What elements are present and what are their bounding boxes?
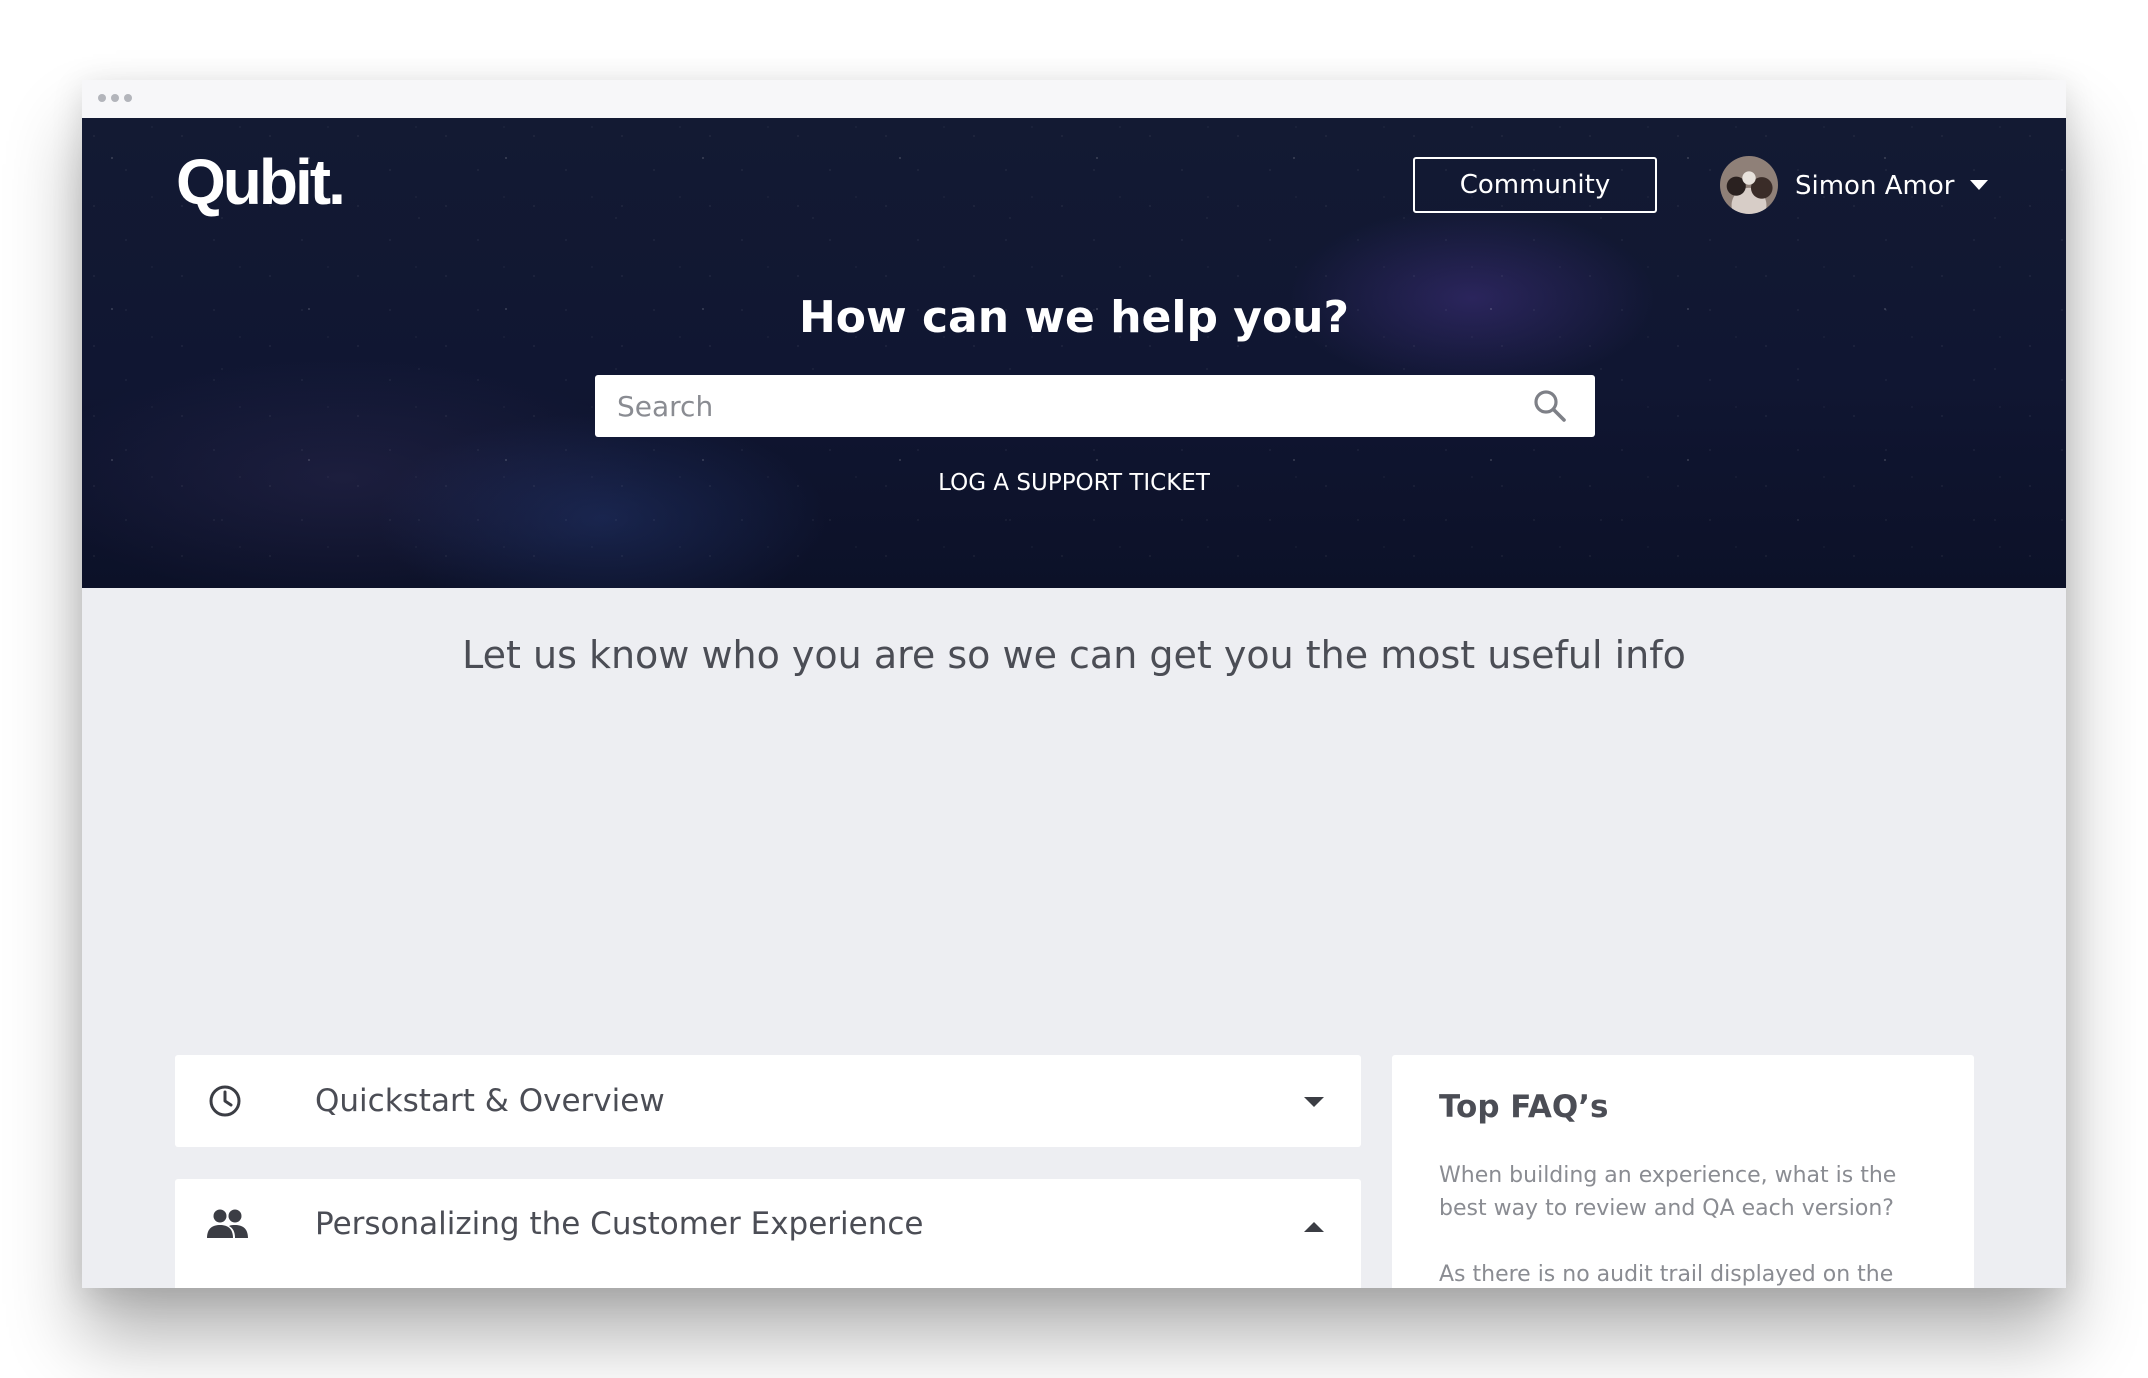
window-dot-icon bbox=[98, 94, 106, 102]
search-input[interactable] bbox=[595, 375, 1495, 437]
faq-question-link[interactable]: As there is no audit trail displayed on … bbox=[1439, 1258, 1909, 1288]
page-subtitle: Let us know who you are so we can get yo… bbox=[462, 633, 1686, 677]
clock-icon bbox=[209, 1085, 241, 1117]
window-dot-icon bbox=[124, 94, 132, 102]
accordion-title: Personalizing the Customer Experience bbox=[315, 1206, 924, 1242]
accordion-personalizing[interactable]: Personalizing the Customer Experience bbox=[175, 1179, 1361, 1288]
log-support-ticket-link[interactable]: LOG A SUPPORT TICKET bbox=[82, 466, 2066, 500]
browser-window: Qubit. Community Simon Amor How can we h… bbox=[82, 80, 2066, 1288]
hero-title: How can we help you? bbox=[798, 292, 1350, 343]
hero-banner: Qubit. Community Simon Amor How can we h… bbox=[82, 118, 2066, 588]
window-dot-icon bbox=[111, 94, 119, 102]
faq-question-link[interactable]: When building an experience, what is the… bbox=[1439, 1159, 1909, 1225]
accordion-quickstart[interactable]: Quickstart & Overview bbox=[175, 1055, 1361, 1147]
qubit-logo[interactable]: Qubit. bbox=[176, 150, 346, 214]
top-faq-panel: Top FAQ’s When building an experience, w… bbox=[1392, 1055, 1974, 1288]
user-avatar[interactable] bbox=[1720, 156, 1778, 214]
user-name-menu[interactable]: Simon Amor bbox=[1795, 166, 1954, 206]
chevron-down-icon[interactable] bbox=[1304, 1097, 1324, 1107]
search-icon[interactable] bbox=[1533, 389, 1567, 423]
chevron-up-icon[interactable] bbox=[1304, 1222, 1324, 1232]
community-button[interactable]: Community bbox=[1413, 157, 1657, 213]
search-box[interactable] bbox=[595, 375, 1595, 437]
window-titlebar bbox=[82, 80, 2066, 118]
accordion-title: Quickstart & Overview bbox=[315, 1083, 665, 1119]
chevron-down-icon[interactable] bbox=[1970, 180, 1988, 190]
faq-title: Top FAQ’s bbox=[1439, 1089, 1609, 1125]
people-icon bbox=[207, 1209, 248, 1238]
